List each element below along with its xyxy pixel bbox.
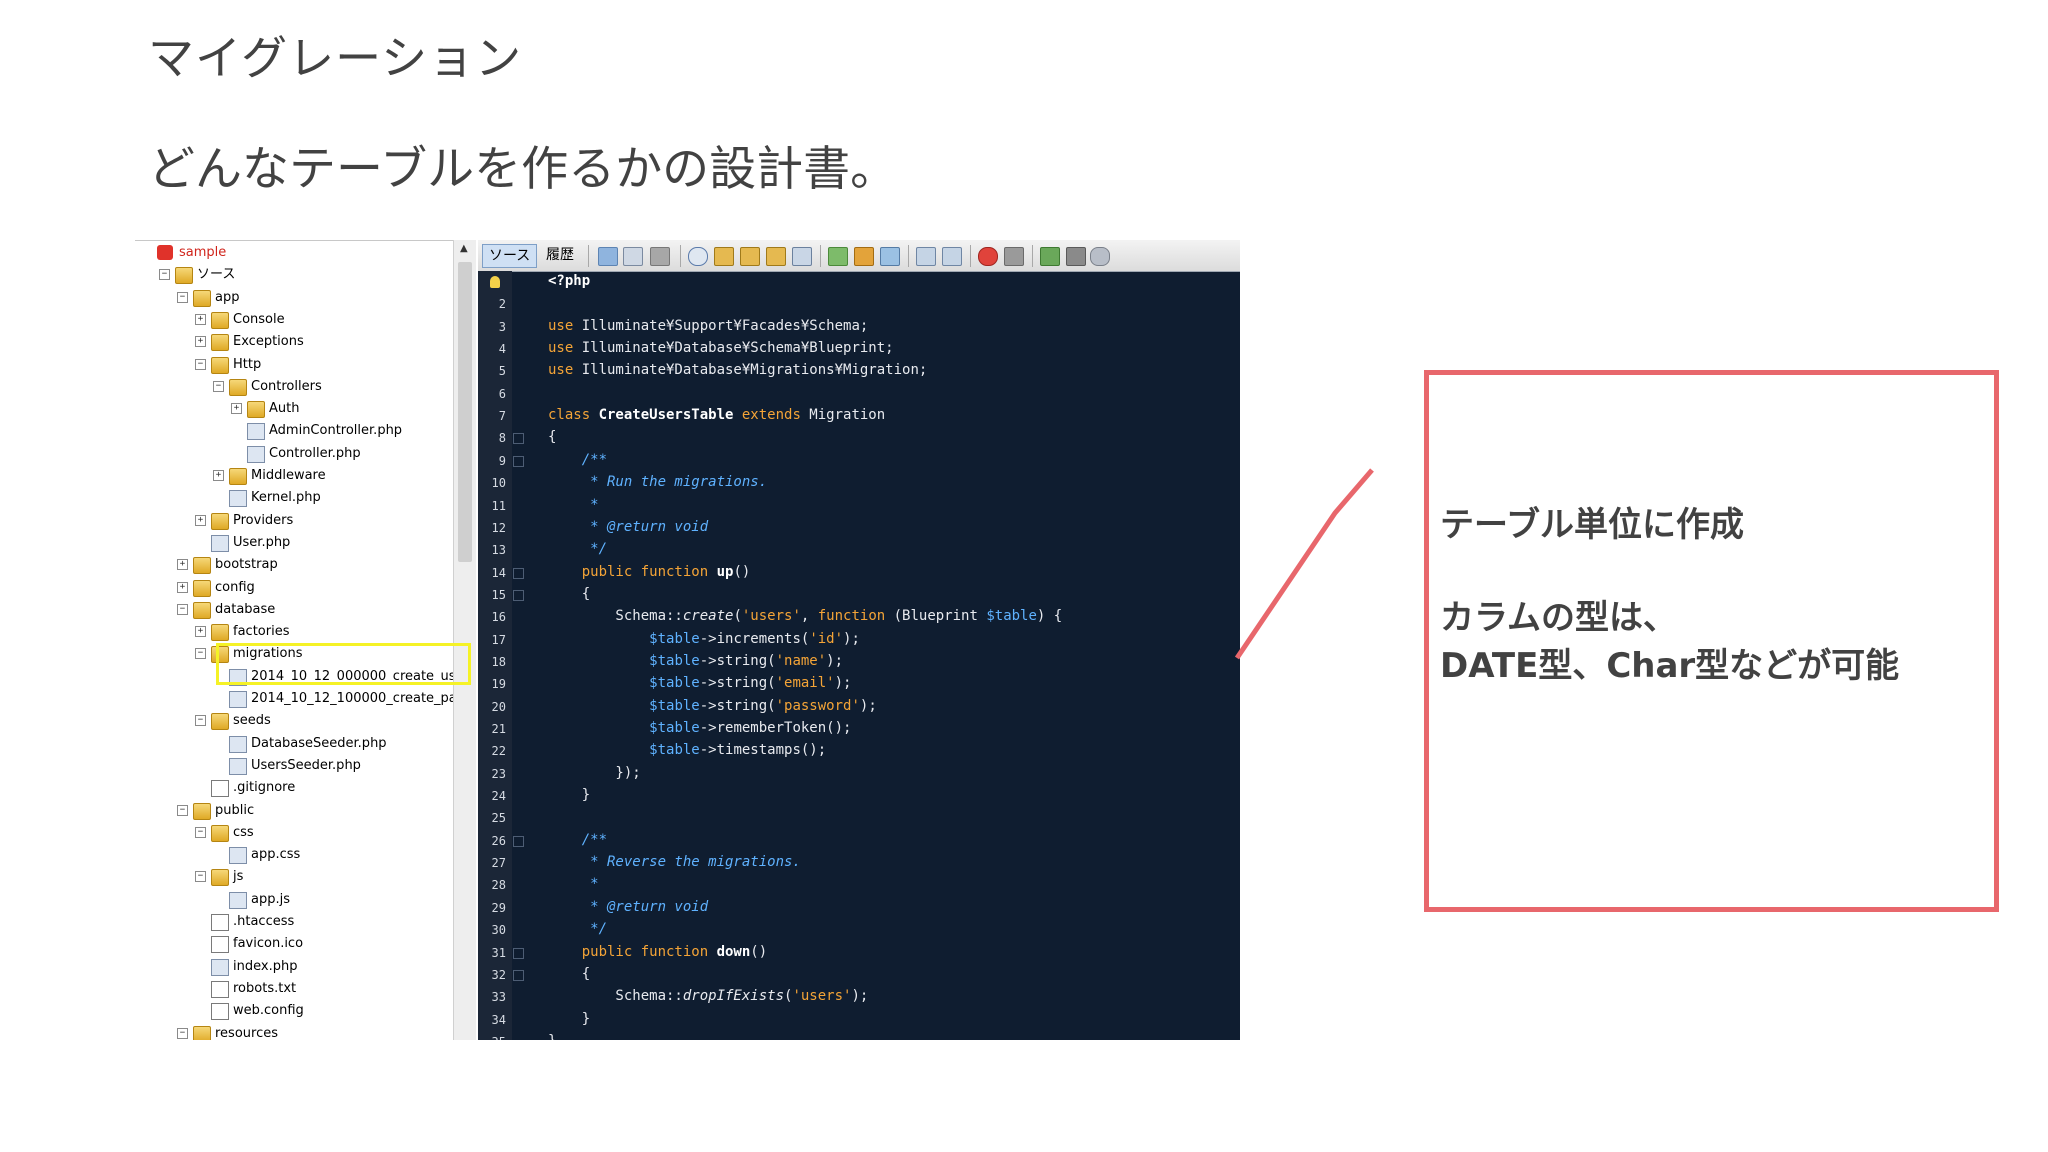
callout-line-3: DATE型、Char型などが可能 xyxy=(1440,646,1900,686)
callout-line-2: カラムの型は、 xyxy=(1440,598,1677,638)
callout-line-1: テーブル単位に作成 xyxy=(1440,505,1744,545)
